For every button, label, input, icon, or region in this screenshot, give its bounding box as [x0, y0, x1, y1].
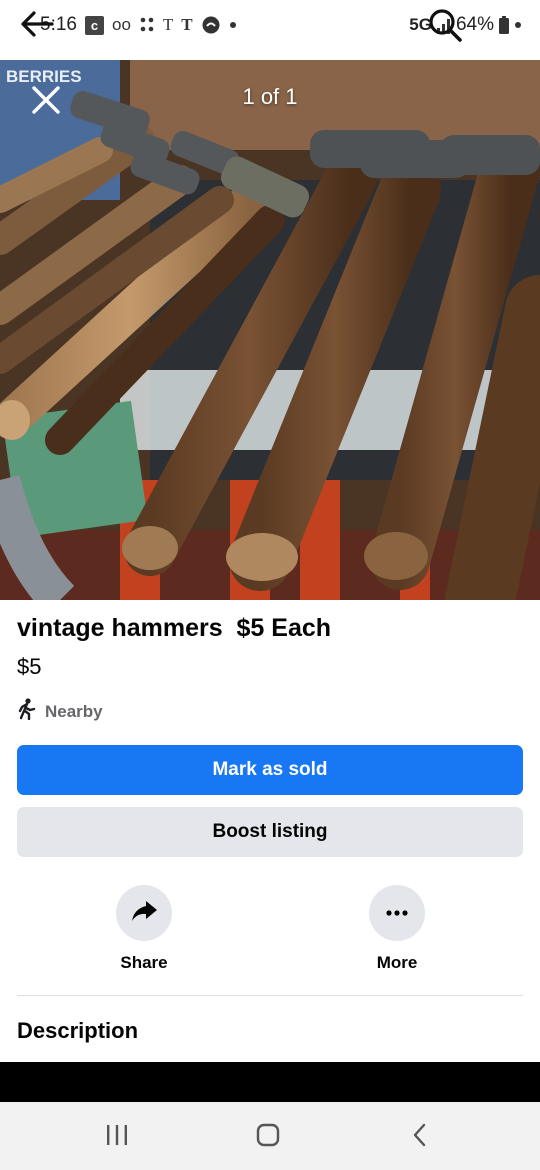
bottom-black-bar [0, 1062, 540, 1102]
status-left: 5:16 c oo T T [40, 10, 237, 40]
back-arrow-icon[interactable] [18, 8, 54, 45]
status-dot-icon [514, 14, 522, 36]
more-dots-icon [385, 904, 409, 922]
recent-apps-icon [105, 1124, 129, 1151]
dots-grid-icon [139, 14, 155, 36]
more-button[interactable] [369, 885, 425, 941]
walking-person-icon [17, 698, 37, 725]
tmobile-app-icon: T [181, 15, 193, 34]
more-label: More [376, 953, 418, 972]
share-label: Share [120, 953, 168, 972]
voicemail-icon: oo [111, 15, 131, 34]
image-counter: 1 of 1 [242, 84, 298, 109]
share-button[interactable] [116, 885, 172, 941]
back-button[interactable] [400, 1122, 440, 1152]
search-icon[interactable] [426, 6, 464, 49]
chevron-left-icon [412, 1123, 428, 1152]
listing-price: $5 [17, 654, 42, 679]
notification-c-icon: c [84, 15, 104, 35]
game-icon [201, 14, 221, 36]
boost-listing-button[interactable]: Boost listing [17, 807, 523, 857]
location-label: Nearby [45, 701, 103, 721]
mark-as-sold-button[interactable]: Mark as sold [17, 745, 523, 795]
battery-icon [498, 14, 510, 36]
location-row: Nearby [17, 698, 103, 725]
home-icon [256, 1123, 280, 1152]
more-action[interactable]: More [337, 885, 457, 973]
tmobile-icon: T [162, 15, 174, 34]
home-button[interactable] [248, 1122, 288, 1152]
listing-title: vintage hammers $5 Each [17, 614, 332, 642]
share-arrow-icon [130, 899, 158, 928]
system-nav-bar [0, 1102, 540, 1170]
description-heading: Description [17, 1018, 139, 1043]
hammers-image: BERRIES [0, 60, 540, 600]
share-action[interactable]: Share [84, 885, 204, 973]
more-notifications-dot-icon [229, 14, 237, 36]
recent-apps-button[interactable] [97, 1122, 137, 1152]
listing-photo[interactable]: BERRIES [0, 60, 540, 600]
divider [17, 995, 523, 996]
status-bar: 5:16 c oo T T 5G 64% [0, 0, 540, 50]
